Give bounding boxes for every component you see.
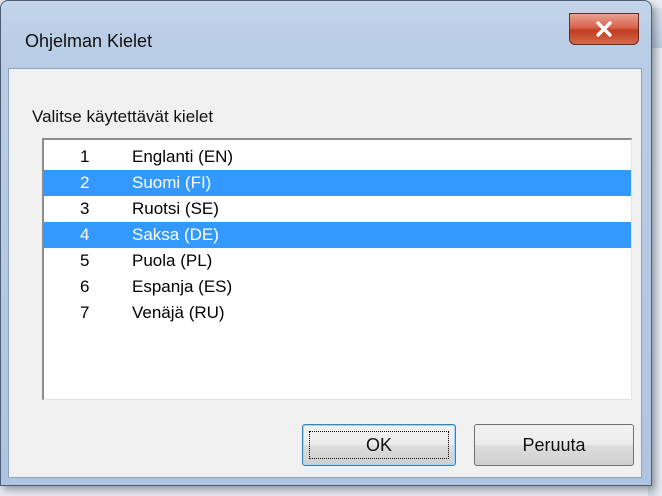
language-item[interactable]: 5 Puola (PL)	[44, 248, 631, 274]
language-name: Ruotsi (SE)	[132, 199, 219, 218]
language-number: 5	[80, 251, 90, 270]
language-name: Suomi (FI)	[132, 173, 212, 192]
language-number: 7	[80, 303, 90, 322]
language-number: 6	[80, 277, 90, 296]
language-list-label: Valitse käytettävät kielet	[32, 107, 214, 126]
cancel-button-label: Peruuta	[522, 434, 586, 455]
close-icon	[594, 20, 614, 38]
language-item[interactable]: 1 Englanti (EN)	[44, 144, 631, 170]
language-item[interactable]: 2 Suomi (FI)	[44, 170, 631, 196]
language-name: Englanti (EN)	[132, 147, 234, 166]
language-name: Venäjä (RU)	[132, 303, 225, 322]
cancel-button[interactable]: Peruuta	[474, 424, 634, 466]
close-button[interactable]	[569, 13, 639, 45]
language-item[interactable]: 4 Saksa (DE)	[44, 222, 631, 248]
language-name: Espanja (ES)	[132, 277, 233, 296]
language-number: 4	[80, 225, 90, 244]
language-name: Puola (PL)	[132, 251, 213, 270]
language-number: 1	[80, 147, 90, 166]
language-item[interactable]: 3 Ruotsi (SE)	[44, 196, 631, 222]
dialog-title: Ohjelman Kielet	[25, 31, 153, 51]
language-name: Saksa (DE)	[132, 225, 219, 244]
language-item[interactable]: 7 Venäjä (RU)	[44, 300, 631, 326]
language-number: 3	[80, 199, 90, 218]
language-item[interactable]: 6 Espanja (ES)	[44, 274, 631, 300]
language-number: 2	[80, 173, 90, 192]
focus-rectangle	[309, 431, 449, 459]
title-bar[interactable]: Ohjelman Kielet	[1, 1, 651, 69]
ok-button[interactable]: OK	[302, 424, 456, 466]
language-listbox[interactable]: 1 Englanti (EN) 2 Suomi (FI) 3 Ruotsi (S…	[42, 138, 632, 400]
